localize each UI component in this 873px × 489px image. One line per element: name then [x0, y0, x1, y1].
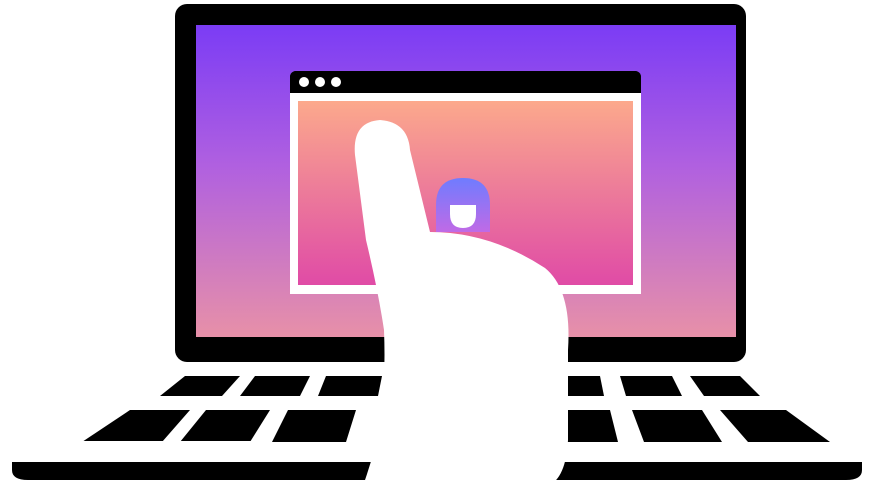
keyboard-key	[160, 376, 240, 396]
keyboard-key	[272, 410, 356, 442]
window-dot-icon	[315, 77, 325, 87]
user-avatar-icon	[436, 178, 490, 232]
keyboard-key	[82, 410, 190, 442]
window-dot-icon	[331, 77, 341, 87]
laptop-illustration	[12, 4, 862, 489]
keyboard-key	[632, 410, 722, 442]
keyboard-key	[720, 410, 830, 442]
window-dot-icon	[299, 77, 309, 87]
keyboard-key	[180, 410, 270, 442]
keyboard-key	[690, 376, 760, 396]
keyboard-key	[318, 376, 382, 396]
keyboard-key	[620, 376, 682, 396]
keyboard-key	[240, 376, 310, 396]
app-window-titlebar	[290, 71, 641, 93]
